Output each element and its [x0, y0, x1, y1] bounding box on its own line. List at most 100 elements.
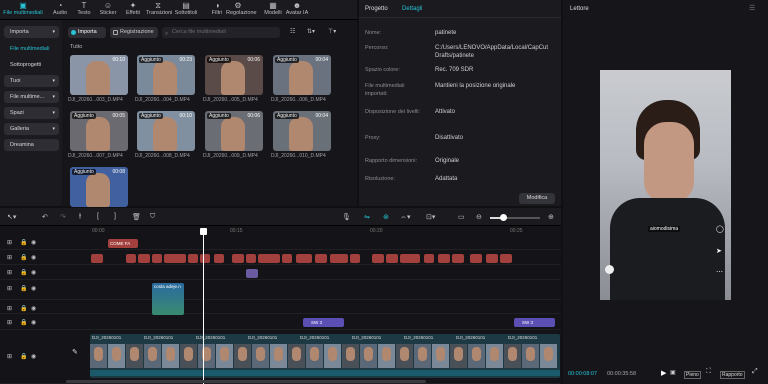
toolbar-item-adjust[interactable]: ⚙ Regolazione	[226, 1, 257, 19]
eye-icon[interactable]: ◉	[31, 239, 36, 246]
caption-clip[interactable]	[424, 254, 434, 263]
media-thumbnail[interactable]: Aggiunto 00:04	[273, 55, 331, 95]
caption-clip[interactable]	[500, 254, 512, 263]
caption-clip[interactable]	[400, 254, 420, 263]
media-thumbnail[interactable]: Aggiunto 00:08	[70, 167, 128, 207]
caption-clip[interactable]	[91, 254, 103, 263]
caption-clip[interactable]	[200, 254, 210, 263]
caption-clip[interactable]	[372, 254, 384, 263]
toolbar-item-text[interactable]: T Testo	[72, 1, 96, 19]
sidebar-item-6[interactable]: Galleria ▾	[4, 123, 59, 135]
lock-icon[interactable]: 🔒	[20, 285, 27, 292]
sort-icon[interactable]: ⇅▾	[307, 28, 315, 35]
eye-icon[interactable]: ◉	[31, 319, 36, 326]
edit-cover-icon[interactable]: ✎	[72, 348, 78, 356]
media-search-input[interactable]: ⌕ Cerca file multimediali	[162, 27, 280, 38]
caption-clip[interactable]	[214, 254, 224, 263]
media-thumbnail[interactable]: Aggiunto 00:05	[70, 111, 128, 151]
record-button[interactable]: Registrazione	[110, 27, 158, 38]
media-thumbnail[interactable]: Aggiunto 00:23	[137, 55, 195, 95]
media-thumbnail[interactable]: 00:10	[70, 55, 128, 95]
sidebar-item-4[interactable]: File multime... ▾	[4, 91, 59, 103]
filter-icon[interactable]: ⊤▾	[328, 28, 336, 35]
eye-icon[interactable]: ◉	[31, 269, 36, 276]
lock-icon[interactable]: 🔒	[20, 305, 27, 312]
trim-left-icon[interactable]: [	[97, 213, 99, 220]
select-tool-icon[interactable]: ↖▾	[7, 213, 16, 221]
caption-clip[interactable]	[246, 254, 256, 263]
eye-icon[interactable]: ◉	[31, 285, 36, 292]
screen-icon[interactable]: ▭	[458, 213, 465, 221]
caption-clip[interactable]	[188, 254, 198, 263]
effect-clip[interactable]	[246, 269, 258, 278]
sidebar-item-2[interactable]: Sottoprogetti	[4, 59, 59, 71]
lock-icon[interactable]: 🔒	[20, 254, 27, 261]
caption-icon[interactable]: ⊡▾	[426, 213, 435, 221]
play-icon[interactable]: ▶	[661, 369, 666, 377]
media-thumbnail[interactable]: Aggiunto 00:06	[205, 111, 263, 151]
caption-clip[interactable]	[164, 254, 186, 263]
quality-button[interactable]: Pieno	[684, 371, 701, 379]
tab-project[interactable]: Progetto	[365, 6, 388, 12]
caption-clip[interactable]	[470, 254, 482, 263]
fullscreen-icon[interactable]: ⤢	[752, 368, 758, 376]
zoom-in-icon[interactable]: ⊕	[548, 213, 554, 221]
timeline-scrollbar[interactable]	[66, 380, 426, 383]
media-thumbnail[interactable]: Aggiunto 00:06	[205, 55, 263, 95]
import-button[interactable]: Importa	[68, 27, 106, 38]
caption-clip[interactable]	[282, 254, 292, 263]
lock-icon[interactable]: 🔒	[20, 239, 27, 246]
toolbar-item-audio[interactable]: ◔ Audio	[48, 1, 72, 19]
eye-icon[interactable]: ◉	[31, 353, 36, 360]
eye-icon[interactable]: ◉	[31, 254, 36, 261]
sidebar-item-7[interactable]: Dreamina	[4, 139, 59, 151]
sidebar-item-3[interactable]: Tuoi ▾	[4, 75, 59, 87]
ratio-button[interactable]: Rapporto	[720, 371, 745, 379]
toolbar-item-templates[interactable]: ▦ Modelli	[261, 1, 285, 19]
toolbar-item-transitions[interactable]: ⧖ Transizioni	[146, 1, 172, 19]
caption-clip[interactable]	[152, 254, 162, 263]
caption-clip[interactable]	[330, 254, 348, 263]
zoom-slider[interactable]	[490, 214, 540, 221]
caption-clip[interactable]	[258, 254, 280, 263]
media-thumbnail[interactable]: Aggiunto 00:04	[273, 111, 331, 151]
caption-clip[interactable]	[296, 254, 312, 263]
eye-icon[interactable]: ◉	[31, 305, 36, 312]
split-icon[interactable]: ⫲	[79, 213, 81, 221]
shield-icon[interactable]: ⛉	[150, 213, 155, 221]
caption-clip[interactable]	[126, 254, 136, 263]
view-grid-icon[interactable]: ☷	[290, 28, 295, 35]
snapshot-icon[interactable]: ▣	[670, 369, 676, 376]
caption-clip[interactable]	[386, 254, 398, 263]
sticker-clip[interactable]: costa adeje.n	[152, 283, 184, 315]
link-icon[interactable]: ⇋	[364, 213, 370, 221]
menu-icon[interactable]: ☰	[749, 4, 755, 12]
lock-icon[interactable]: 🔒	[20, 269, 27, 276]
toolbar-item-avatar[interactable]: ☻ Avatar IA	[285, 1, 309, 19]
magnet-icon[interactable]: ⊛	[383, 213, 389, 221]
caption-clip[interactable]	[232, 254, 244, 263]
playhead[interactable]	[200, 228, 207, 384]
audio-clip[interactable]: SW 3	[514, 318, 555, 327]
preview-axis-icon[interactable]: ⇔▾	[400, 213, 411, 221]
caption-clip[interactable]	[486, 254, 498, 263]
caption-clip[interactable]	[138, 254, 150, 263]
lock-icon[interactable]: 🔒	[20, 319, 27, 326]
trim-right-icon[interactable]: ]	[114, 213, 116, 220]
sidebar-item-1[interactable]: File multimediali	[4, 43, 59, 55]
delete-icon[interactable]: 🗑	[132, 213, 141, 221]
caption-clip[interactable]	[350, 254, 360, 263]
caption-clip[interactable]	[315, 254, 327, 263]
main-video-track[interactable]: DJI_20260101 DJI_20260101 DJI_20260101 DJI_…	[90, 334, 560, 378]
toolbar-item-effects[interactable]: ✦ Effetti	[121, 1, 145, 19]
caption-clip[interactable]	[438, 254, 450, 263]
modify-button[interactable]: Modifica	[519, 193, 555, 204]
playhead-handle[interactable]	[200, 228, 207, 235]
zoom-handle[interactable]	[500, 214, 507, 221]
caption-clip[interactable]	[452, 254, 464, 263]
sidebar-item-0[interactable]: Importa ▾	[4, 26, 59, 38]
audio-clip[interactable]: SW 3	[303, 318, 344, 327]
sidebar-item-5[interactable]: Spazi ▾	[4, 107, 59, 119]
tab-details[interactable]: Dettagli	[402, 6, 422, 12]
toolbar-item-captions[interactable]: ▤ Sottotitoli	[174, 1, 198, 19]
